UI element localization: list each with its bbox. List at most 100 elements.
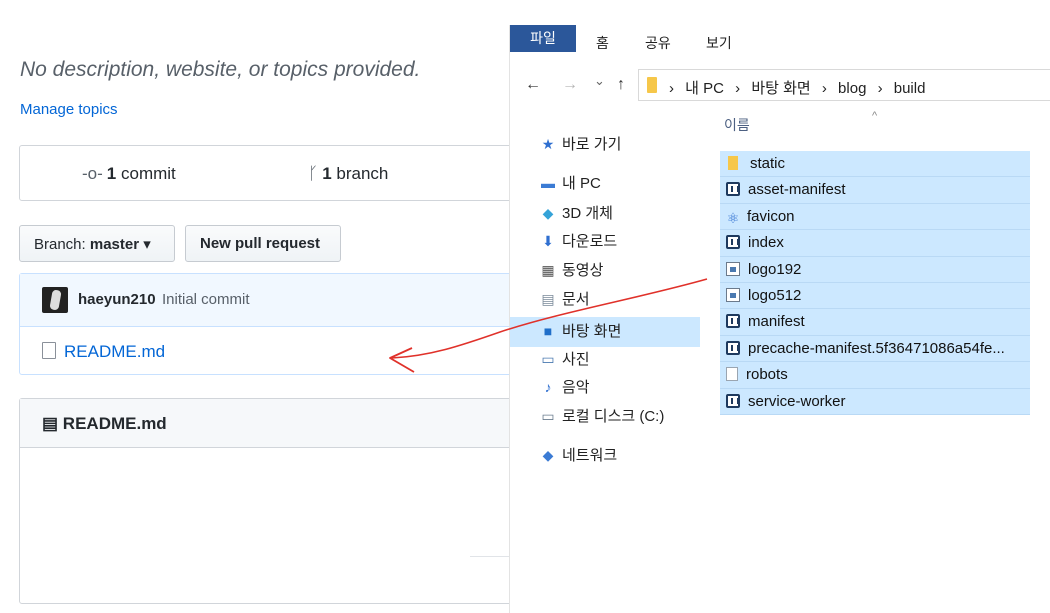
nav-item-label: 동영상	[562, 262, 604, 279]
file-row-readme[interactable]: README.md	[42, 342, 165, 362]
breadcrumb-separator: ›	[877, 80, 883, 97]
image-file-icon	[726, 287, 740, 302]
text-file-icon	[726, 367, 738, 382]
breadcrumb-desktop[interactable]: 바탕 화면	[751, 80, 810, 97]
address-bar[interactable]: › 내 PC › 바탕 화면 › blog › build	[638, 69, 1050, 101]
branch-select-button[interactable]: Branch: master ▾	[19, 225, 175, 262]
list-item[interactable]: precache-manifest.5f36471086a54fe...	[720, 335, 1030, 363]
commit-author[interactable]: haeyun210	[78, 291, 156, 308]
file-name: logo192	[748, 260, 802, 278]
nav-item-label: 다운로드	[562, 233, 618, 250]
nav-item-this-pc[interactable]: ▬ 내 PC	[540, 169, 601, 197]
file-name: static	[750, 155, 786, 172]
react-icon: ⚛	[726, 209, 740, 226]
nav-item-quick-access[interactable]: ★ 바로 가기	[540, 130, 622, 158]
breadcrumb-separator: ›	[735, 80, 741, 97]
nav-item-label: 바탕 화면	[562, 323, 622, 340]
divider	[470, 556, 510, 557]
avatar[interactable]	[42, 287, 68, 313]
branches-count: 1	[322, 164, 332, 183]
list-item[interactable]: ⚛ favicon	[720, 203, 1030, 231]
network-icon: ◆	[542, 447, 554, 463]
commits-label: commit	[120, 164, 176, 183]
book-icon: ▤	[42, 414, 59, 433]
sort-ascending-icon: ^	[872, 110, 878, 122]
computer-icon: ▬	[541, 175, 555, 191]
html-file-icon	[726, 235, 740, 250]
readme-panel: ▤ README.md	[19, 398, 559, 604]
nav-item-label: 네트워크	[562, 447, 618, 464]
breadcrumb-build[interactable]: build	[894, 80, 926, 97]
breadcrumb-separator: ›	[669, 80, 674, 97]
list-item[interactable]: index	[720, 230, 1030, 257]
breadcrumb-my-pc[interactable]: 내 PC	[685, 80, 724, 97]
music-icon: ♪	[544, 379, 552, 395]
star-icon: ★	[541, 136, 555, 152]
readme-header: ▤ README.md	[20, 399, 558, 448]
file-name: index	[748, 234, 784, 252]
nav-item-downloads[interactable]: ⬇ 다운로드	[540, 227, 617, 255]
nav-item-pictures[interactable]: ▭ 사진	[540, 345, 590, 373]
js-file-icon	[726, 393, 740, 408]
image-file-icon	[726, 261, 740, 276]
list-item[interactable]: service-worker	[720, 388, 1030, 415]
list-item[interactable]: asset-manifest	[720, 177, 1030, 204]
file-name: favicon	[747, 207, 795, 225]
nav-item-label: 로컬 디스크 (C:)	[562, 408, 665, 425]
manage-topics-link[interactable]: Manage topics	[20, 101, 118, 118]
folder-icon	[728, 156, 738, 170]
list-item[interactable]: logo192	[720, 256, 1030, 283]
up-arrow-icon[interactable]: ↑	[617, 76, 625, 94]
file-list: static asset-manifest ⚛ favicon index log…	[720, 151, 1030, 415]
tab-view[interactable]: 보기	[706, 33, 732, 53]
file-explorer-window: 파일 홈 공유 보기 ← → ⌄ ↑ › 내 PC › 바탕 화면 › blog…	[510, 25, 1050, 613]
branch-prefix: Branch:	[34, 236, 86, 253]
file-name[interactable]: README.md	[64, 342, 165, 361]
nav-item-label: 문서	[562, 291, 590, 308]
chevron-down-icon: ▾	[143, 236, 151, 253]
nav-item-label: 음악	[562, 379, 590, 396]
nav-item-videos[interactable]: ▦ 동영상	[540, 256, 603, 284]
file-name: logo512	[748, 286, 802, 304]
tab-share[interactable]: 공유	[645, 33, 671, 53]
column-header-name[interactable]: 이름	[724, 115, 750, 135]
nav-item-label: 사진	[562, 351, 590, 368]
list-item[interactable]: manifest	[720, 309, 1030, 336]
commits-link[interactable]: -o- 1 commit	[82, 164, 176, 184]
breadcrumb-separator: ›	[821, 80, 827, 97]
new-pull-request-button[interactable]: New pull request	[185, 225, 341, 262]
tab-home[interactable]: 홈	[596, 33, 609, 53]
nav-item-3d-objects[interactable]: ◆ 3D 개체	[540, 199, 613, 227]
file-name: robots	[746, 366, 788, 384]
file-browser: haeyun210 Initial commit README.md	[19, 273, 559, 375]
breadcrumb-blog[interactable]: blog	[838, 80, 866, 97]
pictures-icon: ▭	[541, 351, 555, 367]
address-bar-row: ← → ⌄ ↑ › 내 PC › 바탕 화면 › blog › build	[510, 67, 1050, 103]
forward-arrow-icon[interactable]: →	[562, 76, 578, 94]
json-file-icon	[726, 314, 740, 329]
breadcrumb: › 내 PC › 바탕 화면 › blog › build	[669, 77, 932, 98]
branches-link[interactable]: ᚴ1 branch	[308, 164, 388, 184]
list-item[interactable]: robots	[720, 362, 1030, 389]
list-item[interactable]: logo512	[720, 282, 1030, 310]
recent-locations-icon[interactable]: ⌄	[594, 73, 605, 89]
nav-item-network[interactable]: ◆ 네트워크	[540, 441, 618, 469]
nav-item-label: 내 PC	[562, 175, 601, 192]
js-file-icon	[726, 340, 740, 355]
tab-file[interactable]: 파일	[510, 25, 576, 52]
nav-item-music[interactable]: ♪ 음악	[540, 373, 590, 401]
repo-description: No description, website, or topics provi…	[20, 58, 421, 81]
repo-stats-bar: -o- 1 commit ᚴ1 branch	[19, 145, 559, 201]
back-arrow-icon[interactable]: ←	[525, 76, 541, 94]
file-name: precache-manifest.5f36471086a54fe...	[748, 339, 1005, 357]
nav-item-label: 바로 가기	[562, 136, 622, 153]
file-name: asset-manifest	[748, 181, 846, 199]
nav-item-local-disk[interactable]: ▭ 로컬 디스크 (C:)	[540, 402, 664, 430]
navigation-pane: ★ 바로 가기 ▬ 내 PC ◆ 3D 개체 ⬇ 다운로드 ▦ 동영상 ▤ 문서 ■ 바탕 화…	[510, 115, 705, 613]
latest-commit-bar: haeyun210 Initial commit	[20, 274, 558, 327]
nav-item-label: 3D 개체	[562, 205, 613, 222]
list-item[interactable]: static	[720, 151, 1030, 178]
nav-item-desktop[interactable]: ■ 바탕 화면	[540, 317, 622, 345]
nav-item-documents[interactable]: ▤ 문서	[540, 285, 590, 313]
commit-message[interactable]: Initial commit	[162, 291, 250, 308]
